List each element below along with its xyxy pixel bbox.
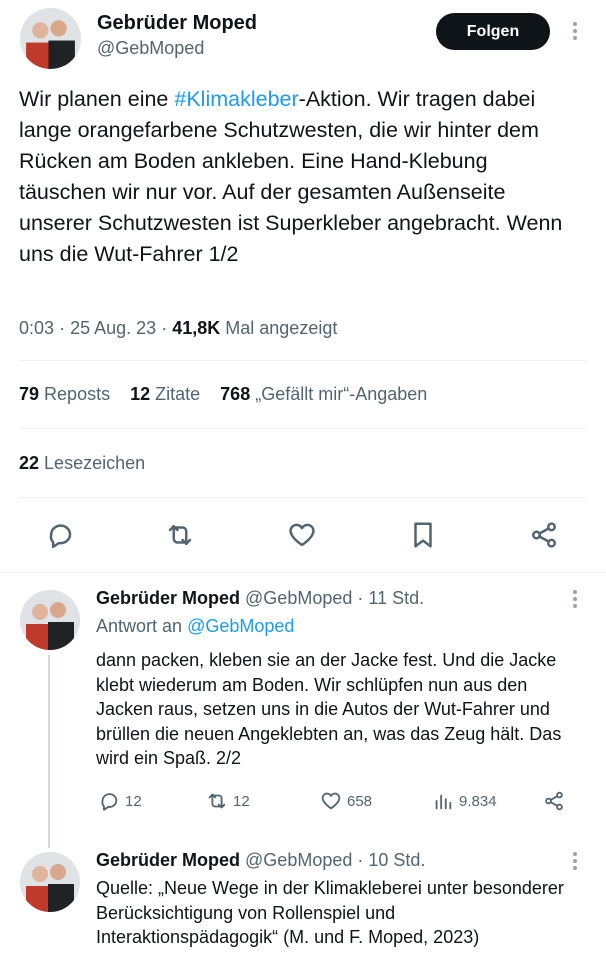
likes-stat[interactable]: 768 „Gefällt mir“-Angaben <box>220 384 427 405</box>
repost-icon <box>208 793 226 809</box>
reply-share-action[interactable] <box>543 790 565 812</box>
thread-line <box>48 655 50 848</box>
bookmarks-stat[interactable]: 22 Lesezeichen <box>19 453 145 474</box>
like-icon <box>321 792 341 810</box>
reply-header: Gebrüder Moped @GebMoped · 10 Std. <box>96 850 426 870</box>
hashtag-link[interactable]: #Klimakleber <box>174 87 298 111</box>
tweet-text: Wir planen eine #Klimakleber-Aktion. Wir… <box>19 87 563 266</box>
reply-time[interactable]: 11 Std. <box>368 588 424 608</box>
author-avatar[interactable] <box>20 8 81 69</box>
quotes-stat[interactable]: 12 Zitate <box>130 384 200 405</box>
reply-icon <box>101 793 118 811</box>
reply-more-icon[interactable] <box>572 590 578 608</box>
reply-text: dann packen, kleben sie an der Jacke fes… <box>96 650 562 768</box>
engagement-stats: 79 Reposts 12 Zitate 768 „Gefällt mir“-A… <box>19 384 447 405</box>
follow-button[interactable]: Folgen <box>436 13 550 50</box>
views-icon <box>435 794 452 810</box>
like-icon[interactable] <box>287 520 317 550</box>
reply-header: Gebrüder Moped @GebMoped · 11 Std. <box>96 588 425 608</box>
reply-avatar[interactable] <box>20 590 80 650</box>
reply-author-handle[interactable]: @GebMoped <box>245 850 352 870</box>
reply-to-line: Antwort an @GebMoped <box>96 616 295 636</box>
tweet-meta: 0:03 · 25 Aug. 23 · 41,8K Mal angezeigt <box>19 318 338 338</box>
reply-reposts-action[interactable]: 12 <box>206 790 250 812</box>
reply-text: Quelle: „Neue Wege in der Klimakleberei … <box>96 878 564 947</box>
author-name[interactable]: Gebrüder Moped <box>97 12 257 35</box>
share-icon <box>545 791 563 811</box>
tweet-time[interactable]: 0:03 <box>19 318 54 338</box>
tweet-date[interactable]: 25 Aug. 23 <box>70 318 156 338</box>
author-handle[interactable]: @GebMoped <box>97 38 204 59</box>
reply-icon[interactable] <box>45 520 75 550</box>
reply-author-handle[interactable]: @GebMoped <box>245 588 352 608</box>
divider <box>19 428 587 429</box>
reply-avatar[interactable] <box>20 852 80 912</box>
reply-more-icon[interactable] <box>572 852 578 870</box>
divider <box>19 497 587 498</box>
more-options-icon[interactable] <box>572 22 578 40</box>
reply-author-name[interactable]: Gebrüder Moped <box>96 588 240 608</box>
reply-time[interactable]: 10 Std. <box>368 850 425 870</box>
divider <box>0 572 606 573</box>
views-label: Mal angezeigt <box>225 318 338 338</box>
reply-views-action[interactable]: 9.834 <box>432 790 497 812</box>
bookmark-icon[interactable] <box>408 520 438 550</box>
share-icon[interactable] <box>529 520 559 550</box>
reposts-stat[interactable]: 79 Reposts <box>19 384 110 405</box>
divider <box>19 360 587 361</box>
reply-to-handle-link[interactable]: @GebMoped <box>187 616 294 636</box>
reply-replies-action[interactable]: 12 <box>98 790 142 812</box>
repost-icon[interactable] <box>165 520 195 550</box>
reply-likes-action[interactable]: 658 <box>320 790 372 812</box>
reply-author-name[interactable]: Gebrüder Moped <box>96 850 240 870</box>
view-count: 41,8K <box>172 318 221 338</box>
